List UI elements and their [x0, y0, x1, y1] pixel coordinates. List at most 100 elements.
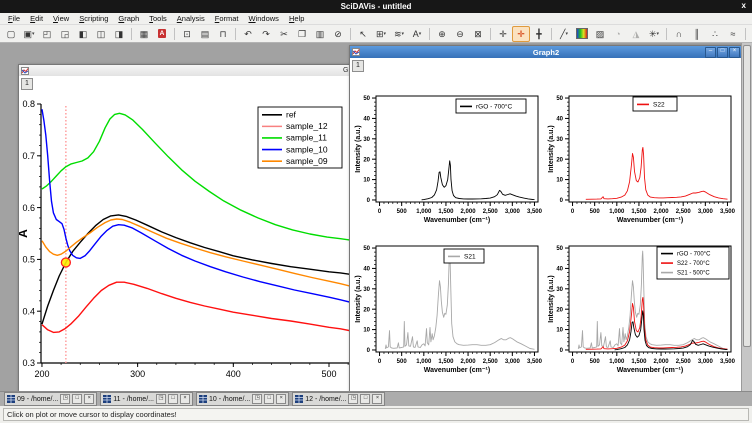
svg-text:0: 0 [378, 209, 382, 215]
graph2-body: 1 05001,0001,5002,0002,5003,0003,5000102… [350, 58, 742, 391]
svg-text:500: 500 [321, 369, 336, 379]
tab-close-button[interactable]: × [84, 394, 94, 404]
tab-close-button[interactable]: × [180, 394, 190, 404]
lock-toolbars-button[interactable]: ⊓ [214, 26, 232, 42]
zoom-in-button[interactable]: ⊕ [433, 26, 451, 42]
window-graph1[interactable]: Graph1 1 2003004005000.30.40.50.60.70.8A… [18, 64, 354, 391]
menu-item-analysis[interactable]: Analysis [172, 14, 210, 23]
insert-image-icon: ▨ [596, 28, 605, 40]
copy-button[interactable]: ❐ [293, 26, 311, 42]
table-icon [295, 395, 303, 403]
pie-chart-button[interactable]: ◔ [609, 26, 627, 42]
series-S22 - 700°C [586, 297, 728, 349]
svg-text:sample_12: sample_12 [286, 121, 328, 131]
taskbar-tab-3[interactable]: 12 - /home/...◳□× [292, 392, 385, 406]
new-table-button[interactable]: ▤ [196, 26, 214, 42]
svg-text:1,500: 1,500 [631, 209, 647, 215]
taskbar-tab-1[interactable]: 11 - /home/...◳□× [100, 392, 193, 406]
menu-item-windows[interactable]: Windows [243, 14, 283, 23]
draw-line-dropdown[interactable]: ╱▾ [555, 26, 573, 42]
graph2-maximize-button[interactable]: □ [717, 47, 728, 58]
raman-s21-plot[interactable]: 05001,0001,5002,0002,5003,0003,500010203… [352, 236, 544, 386]
curve-style-dropdown[interactable]: ≋▾ [390, 26, 408, 42]
tab-restore-button[interactable]: ◳ [60, 394, 70, 404]
tab-maximize-button[interactable]: □ [72, 394, 82, 404]
svg-text:rGO - 700°C: rGO - 700°C [476, 103, 512, 111]
taskbar-tab-2[interactable]: 10 - /home/...◳□× [196, 392, 289, 406]
tab-close-button[interactable]: × [276, 394, 286, 404]
zoom-out-button[interactable]: ⊖ [451, 26, 469, 42]
import-ascii-button[interactable]: ◲ [56, 26, 74, 42]
tab-maximize-button[interactable]: □ [264, 394, 274, 404]
fit-in-window-button[interactable]: ⊠ [469, 26, 487, 42]
menu-item-graph[interactable]: Graph [113, 14, 144, 23]
menu-item-help[interactable]: Help [284, 14, 309, 23]
colormap-plot-button[interactable] [573, 26, 591, 42]
save-project-button[interactable]: ◫ [92, 26, 110, 42]
tab-restore-button[interactable]: ◳ [348, 394, 358, 404]
vectors-plot-button[interactable]: ◮ [627, 26, 645, 42]
tab-maximize-button[interactable]: □ [360, 394, 370, 404]
plot3d-scatter-button[interactable]: ∴ [706, 26, 724, 42]
plot3d-bars-button[interactable]: ║ [688, 26, 706, 42]
save-template-button[interactable]: ◧ [74, 26, 92, 42]
subplot-overlay: 05001,0001,5002,0002,5003,0003,500010203… [545, 236, 738, 386]
window-graph2[interactable]: Graph2 –□× 1 05001,0001,5002,0002,5003,0… [349, 45, 743, 391]
insert-image-button[interactable]: ▨ [591, 26, 609, 42]
svg-text:40: 40 [556, 267, 563, 273]
menu-item-file[interactable]: File [3, 14, 25, 23]
graph2-layer-button[interactable]: 1 [352, 60, 364, 72]
screen-reader-button[interactable]: ✛ [494, 26, 512, 42]
tab-close-button[interactable]: × [372, 394, 382, 404]
pointer-tool-button[interactable]: ↖ [354, 26, 372, 42]
menu-item-scripting[interactable]: Scripting [74, 14, 113, 23]
menu-item-edit[interactable]: Edit [25, 14, 48, 23]
uvvis-plot[interactable]: 2003004005000.30.40.50.60.70.8Arefsample… [19, 86, 351, 388]
svg-text:30: 30 [363, 287, 370, 293]
plot3d-ribbon-icon: ≈ [731, 28, 736, 40]
graph2-minimize-button[interactable]: – [705, 47, 716, 58]
redo-button[interactable]: ↷ [257, 26, 275, 42]
export-pdf-button[interactable]: A [153, 26, 171, 42]
svg-text:0.4: 0.4 [22, 306, 35, 316]
raman-rgo700-plot[interactable]: 05001,0001,5002,0002,5003,0003,500010203… [352, 86, 544, 236]
rescale-show-all-button[interactable]: ⊡ [178, 26, 196, 42]
menu-item-tools[interactable]: Tools [144, 14, 172, 23]
raman-overlay-plot[interactable]: 05001,0001,5002,0002,5003,0003,500010203… [545, 236, 737, 386]
paste-button[interactable]: ▥ [311, 26, 329, 42]
new-aspect-dropdown[interactable]: ▣▾ [20, 26, 38, 42]
tab-maximize-button[interactable]: □ [168, 394, 178, 404]
graph1-layer-button[interactable]: 1 [21, 78, 33, 90]
menu-item-view[interactable]: View [48, 14, 74, 23]
move-data-points-button[interactable]: ╋ [530, 26, 548, 42]
menubar: FileEditViewScriptingGraphToolsAnalysisF… [0, 13, 752, 25]
legend: rGO - 700°CS22 - 700°CS21 - 500°C [657, 247, 729, 279]
app-close-button[interactable]: x [742, 1, 746, 10]
add-text-dropdown[interactable]: A▾ [408, 26, 426, 42]
scrollbar-thumb[interactable] [743, 45, 751, 347]
graph2-close-button[interactable]: × [729, 47, 740, 58]
plot3d-ribbon-button[interactable]: ≈ [724, 26, 742, 42]
new-project-button[interactable]: ▢ [2, 26, 20, 42]
svg-text:sample_10: sample_10 [286, 144, 328, 154]
new-project-icon: ▢ [7, 28, 16, 40]
open-project-button[interactable]: ◰ [38, 26, 56, 42]
print-button[interactable]: ▦ [135, 26, 153, 42]
raman-s22-plot[interactable]: 05001,0001,5002,0002,5003,0003,500010203… [545, 86, 737, 236]
plot3d-surface-button[interactable]: ∩ [670, 26, 688, 42]
zoom-mode-dropdown[interactable]: ⊞▾ [372, 26, 390, 42]
svg-text:500: 500 [397, 359, 408, 365]
data-reader-button[interactable]: ✛ [512, 26, 530, 42]
tab-restore-button[interactable]: ◳ [252, 394, 262, 404]
menu-item-format[interactable]: Format [210, 14, 244, 23]
tab-restore-button[interactable]: ◳ [156, 394, 166, 404]
taskbar-tab-0[interactable]: 09 - /home/...◳□× [4, 392, 97, 406]
x-ticks: 05001,0001,5002,0002,5003,0003,500 [378, 202, 543, 215]
toolbar-separator [551, 28, 552, 40]
save-as-button[interactable]: ◨ [110, 26, 128, 42]
cut-button[interactable]: ✂ [275, 26, 293, 42]
vertical-scrollbar[interactable] [741, 43, 752, 391]
delete-button[interactable]: ⊘ [329, 26, 347, 42]
undo-button[interactable]: ↶ [239, 26, 257, 42]
special-curves-dropdown[interactable]: ✳▾ [645, 26, 663, 42]
